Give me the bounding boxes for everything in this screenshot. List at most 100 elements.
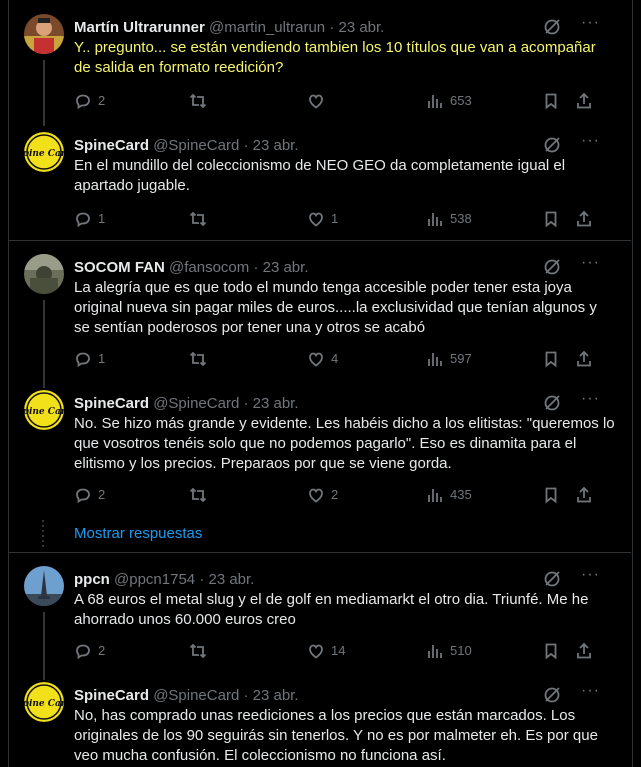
- tweet-actions: 2 14 510: [74, 640, 615, 660]
- views-icon: [428, 352, 442, 366]
- reply-count: 2: [98, 486, 106, 502]
- share-icon: [577, 486, 591, 502]
- heart-icon: [309, 94, 323, 109]
- like-button[interactable]: 2: [307, 484, 338, 504]
- tweet-date[interactable]: · 23 abr.: [329, 19, 384, 36]
- views-button[interactable]: 435: [426, 484, 472, 504]
- author-name[interactable]: ppcn: [74, 571, 110, 588]
- share-button[interactable]: [575, 640, 593, 660]
- tweet[interactable]: ppcn @ppcn1754 · 23 abr. ··· A 68 euros …: [8, 565, 631, 680]
- grok-icon[interactable]: [543, 570, 561, 588]
- tweet[interactable]: Spine Card SpineCard @SpineCard · 23 abr…: [8, 682, 631, 767]
- grok-icon[interactable]: [543, 136, 561, 154]
- share-button[interactable]: [575, 90, 593, 110]
- reply-button[interactable]: 2: [74, 484, 105, 504]
- tweet-date[interactable]: · 23 abr.: [199, 571, 254, 588]
- repost-button[interactable]: [189, 640, 207, 660]
- tweet-date[interactable]: · 23 abr.: [243, 137, 298, 154]
- tweet-text: No, has comprado unas reediciones a los …: [74, 707, 598, 764]
- author-name[interactable]: SpineCard: [74, 687, 149, 704]
- tweet-header: SpineCard @SpineCard · 23 abr.: [74, 136, 615, 156]
- heart-icon: [309, 212, 323, 227]
- tweet[interactable]: Spine Card SpineCard @SpineCard · 23 abr…: [8, 132, 631, 238]
- avatar[interactable]: [24, 254, 64, 294]
- avatar[interactable]: Spine Card: [24, 390, 64, 430]
- like-button[interactable]: [307, 90, 325, 110]
- thread-line: [43, 612, 45, 680]
- reply-icon: [76, 94, 90, 109]
- reply-button[interactable]: 2: [74, 640, 105, 660]
- share-button[interactable]: [575, 208, 593, 228]
- tweet-date[interactable]: · 23 abr.: [243, 395, 298, 412]
- views-count: 435: [450, 486, 472, 502]
- more-options-icon[interactable]: ···: [581, 131, 601, 151]
- views-button[interactable]: 538: [426, 208, 472, 228]
- divider: [8, 552, 631, 553]
- reply-icon: [76, 352, 90, 367]
- avatar[interactable]: Spine Card: [24, 132, 64, 172]
- views-count: 510: [450, 642, 472, 658]
- grok-icon[interactable]: [543, 18, 561, 36]
- share-icon: [577, 642, 591, 658]
- views-button[interactable]: 597: [426, 348, 472, 368]
- author-name[interactable]: SOCOM FAN: [74, 259, 165, 276]
- grok-icon[interactable]: [543, 394, 561, 412]
- author-handle[interactable]: @SpineCard: [153, 687, 239, 704]
- tweet[interactable]: Spine Card SpineCard @SpineCard · 23 abr…: [8, 390, 631, 516]
- reply-count: 2: [98, 92, 106, 108]
- like-button[interactable]: 14: [307, 640, 345, 660]
- more-options-icon[interactable]: ···: [581, 13, 601, 33]
- avatar-logo-text: Spine Card: [24, 407, 64, 417]
- bookmark-icon: [545, 93, 557, 109]
- show-replies-link[interactable]: Mostrar respuestas: [74, 524, 202, 544]
- author-handle[interactable]: @fansocom: [169, 259, 249, 276]
- grok-icon[interactable]: [543, 686, 561, 704]
- avatar[interactable]: Spine Card: [24, 682, 64, 722]
- views-button[interactable]: 510: [426, 640, 472, 660]
- bookmark-button[interactable]: [542, 90, 560, 110]
- author-name[interactable]: SpineCard: [74, 137, 149, 154]
- reply-icon: [76, 644, 90, 659]
- author-handle[interactable]: @martin_ultrarun: [209, 19, 325, 36]
- more-options-icon[interactable]: ···: [581, 565, 601, 585]
- author-handle[interactable]: @ppcn1754: [114, 571, 195, 588]
- tweet-date[interactable]: · 23 abr.: [243, 687, 298, 704]
- author-handle[interactable]: @SpineCard: [153, 395, 239, 412]
- views-button[interactable]: 653: [426, 90, 472, 110]
- tweet-text: No. Se hizo más grande y evidente. Les h…: [74, 415, 615, 472]
- share-button[interactable]: [575, 348, 593, 368]
- author-name[interactable]: Martín Ultrarunner: [74, 19, 205, 36]
- bookmark-button[interactable]: [542, 348, 560, 368]
- more-options-icon[interactable]: ···: [581, 389, 601, 409]
- reply-button[interactable]: 1: [74, 208, 105, 228]
- tweet[interactable]: Martín Ultrarunner @martin_ultrarun · 23…: [8, 13, 631, 126]
- like-button[interactable]: 1: [307, 208, 338, 228]
- tweet-date[interactable]: · 23 abr.: [253, 259, 308, 276]
- repost-icon: [189, 487, 207, 502]
- avatar[interactable]: [24, 14, 64, 54]
- thread-dots: [42, 520, 44, 550]
- author-handle[interactable]: @SpineCard: [153, 137, 239, 154]
- bookmark-button[interactable]: [542, 640, 560, 660]
- repost-button[interactable]: [189, 208, 207, 228]
- tweet[interactable]: SOCOM FAN @fansocom · 23 abr. ··· La ale…: [8, 253, 631, 388]
- bookmark-button[interactable]: [542, 208, 560, 228]
- bookmark-button[interactable]: [542, 484, 560, 504]
- reply-button[interactable]: 2: [74, 90, 105, 110]
- avatar[interactable]: [24, 566, 64, 606]
- more-options-icon[interactable]: ···: [581, 253, 601, 273]
- tweet-header: SOCOM FAN @fansocom · 23 abr.: [74, 258, 615, 278]
- like-button[interactable]: 4: [307, 348, 338, 368]
- grok-icon[interactable]: [543, 258, 561, 276]
- repost-button[interactable]: [189, 484, 207, 504]
- views-icon: [428, 488, 442, 502]
- repost-button[interactable]: [189, 90, 207, 110]
- tweet-header: ppcn @ppcn1754 · 23 abr.: [74, 570, 615, 590]
- tweet-actions: 1 1 538: [74, 208, 615, 228]
- tweet-text: A 68 euros el metal slug y el de golf en…: [74, 591, 589, 628]
- repost-button[interactable]: [189, 348, 207, 368]
- more-options-icon[interactable]: ···: [581, 681, 601, 701]
- reply-button[interactable]: 1: [74, 348, 105, 368]
- share-button[interactable]: [575, 484, 593, 504]
- author-name[interactable]: SpineCard: [74, 395, 149, 412]
